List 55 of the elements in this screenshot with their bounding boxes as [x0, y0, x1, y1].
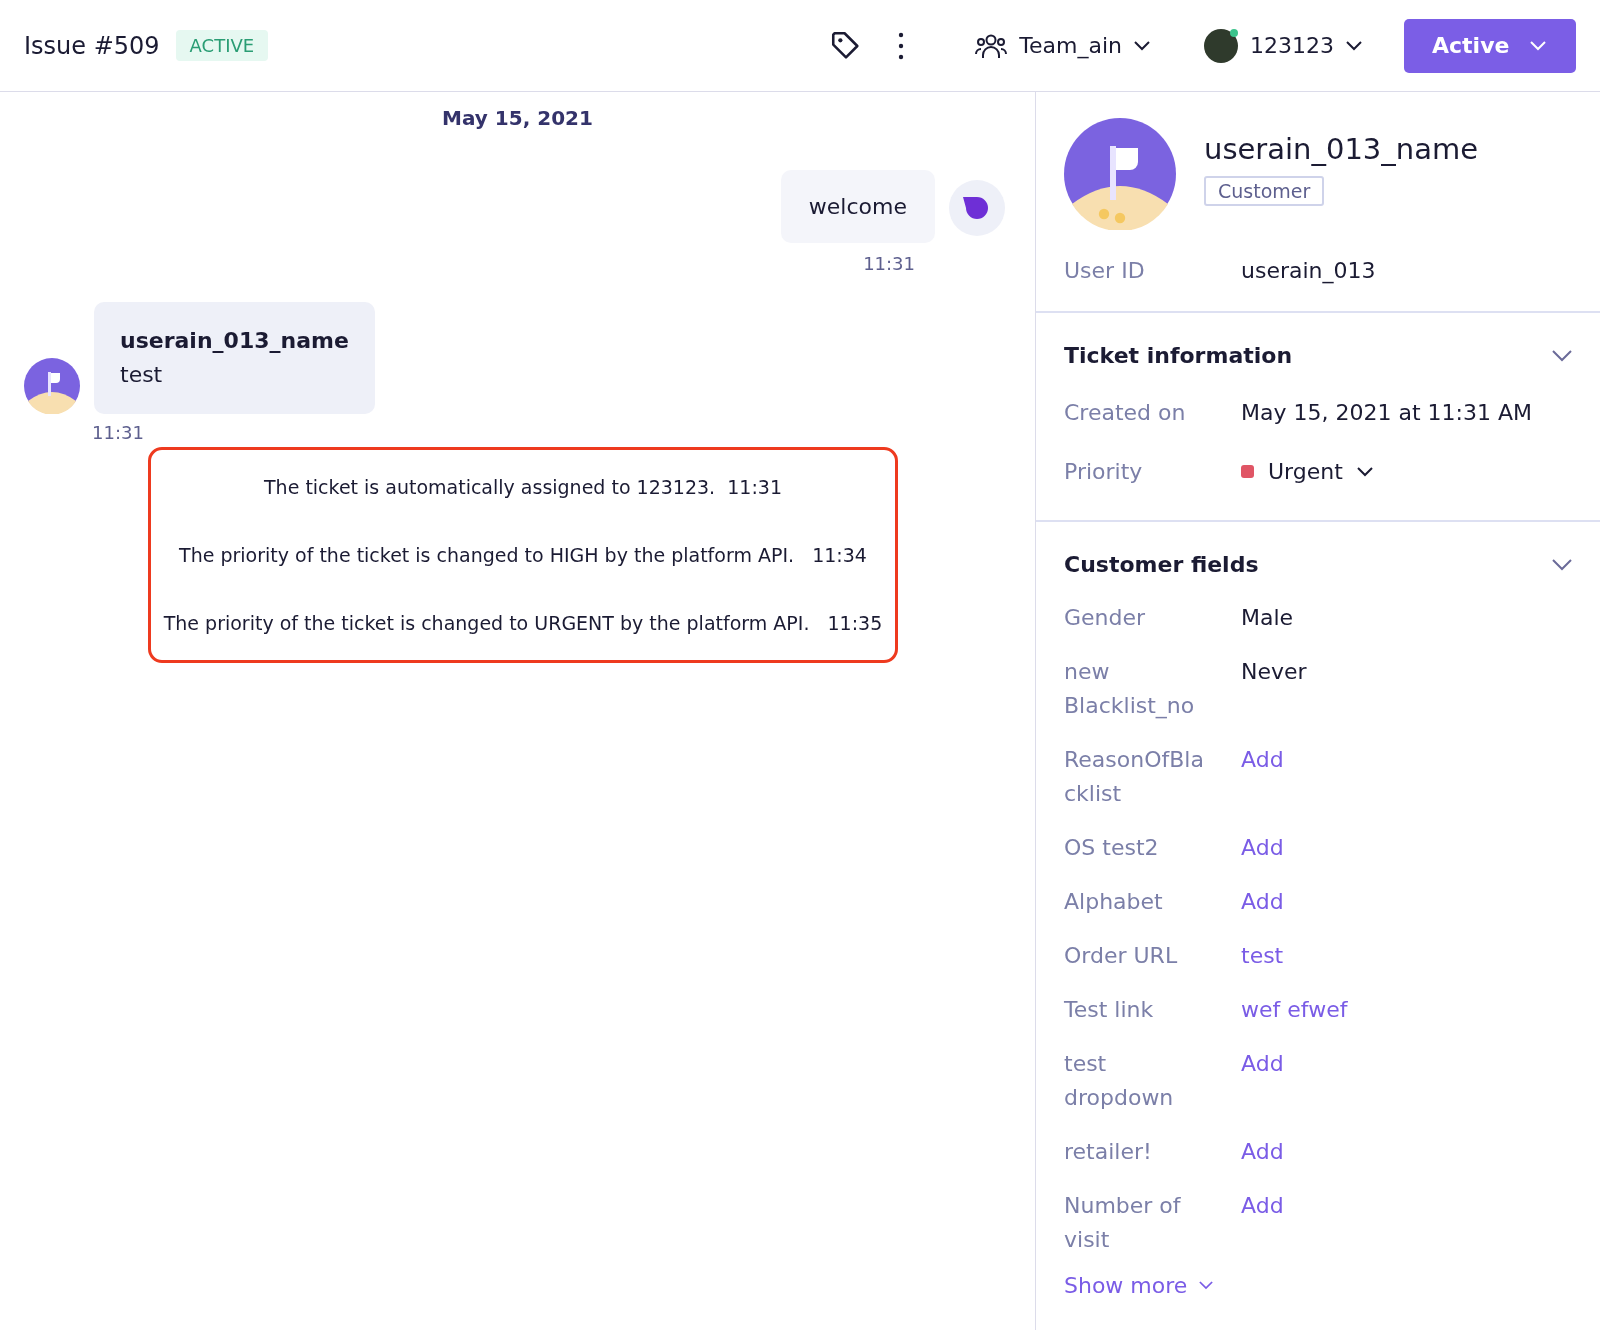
field-link[interactable]: Add: [1241, 1135, 1284, 1169]
field-label: User ID: [1064, 258, 1146, 283]
agent-dropdown[interactable]: 123123: [1198, 27, 1368, 64]
more-icon[interactable]: [897, 31, 906, 60]
field-label: Order URL: [1064, 942, 1179, 970]
event-message: The priority of the ticket is changed to URGENT by the platform API. 11:35: [163, 612, 883, 634]
field-value: userain_013: [1241, 258, 1376, 283]
field-label: Test link: [1064, 996, 1155, 1024]
date-divider: May 15, 2021: [442, 106, 593, 130]
event-message: The priority of the ticket is changed to HIGH by the platform API. 11:34: [179, 544, 867, 566]
field-link[interactable]: Add: [1241, 1189, 1284, 1257]
message-time: 11:31: [863, 253, 915, 274]
priority-dropdown[interactable]: Urgent: [1241, 459, 1373, 484]
section-title: Ticket information: [1064, 343, 1293, 368]
field-link[interactable]: Add: [1241, 831, 1284, 865]
user-avatar: [24, 358, 80, 414]
field-label: Alphabet: [1064, 888, 1164, 916]
chevron-icon[interactable]: [1552, 349, 1572, 362]
chevron-down-icon: [1530, 40, 1546, 51]
bot-avatar: [949, 180, 1005, 236]
field-label: OS test2: [1064, 834, 1160, 862]
role-tag: Customer: [1204, 176, 1325, 206]
chevron-icon[interactable]: [1552, 558, 1572, 571]
chevron-down-icon: [1134, 40, 1150, 51]
message-time: 11:31: [92, 422, 144, 443]
team-dropdown[interactable]: Team_ain: [969, 30, 1156, 61]
chevron-down-icon: [1199, 1281, 1214, 1290]
show-more-link[interactable]: Show more: [1064, 1273, 1214, 1298]
field-value: Never: [1241, 658, 1307, 686]
status-badge: ACTIVE: [175, 30, 269, 61]
field-label: ReasonOfBlacklist: [1064, 746, 1205, 808]
issue-title: Issue #509: [24, 31, 160, 60]
field-link[interactable]: wef efwef: [1241, 993, 1348, 1027]
field-label: Gender: [1064, 604, 1147, 632]
field-link[interactable]: Add: [1241, 1047, 1284, 1115]
field-label: test dropdown: [1064, 1050, 1175, 1112]
field-label: Number of visit: [1064, 1192, 1182, 1254]
agent-avatar: [1204, 28, 1238, 63]
field-label: Priority: [1064, 459, 1144, 484]
chevron-down-icon: [1356, 466, 1373, 477]
field-value: Male: [1241, 604, 1294, 632]
field-link[interactable]: Add: [1241, 743, 1284, 811]
field-value: May 15, 2021 at 11:31 AM: [1241, 400, 1532, 425]
chevron-down-icon: [1346, 40, 1362, 51]
message-bubble: welcome: [780, 170, 935, 243]
field-link[interactable]: Add: [1241, 885, 1284, 919]
customer-name: userain_013_name: [1204, 132, 1479, 166]
field-label: new Blacklist_no: [1064, 658, 1196, 721]
field-label: Created on: [1064, 400, 1187, 425]
field-label: retailer!: [1064, 1138, 1153, 1166]
event-message: The ticket is automatically assigned to 123123. 11:31: [264, 476, 782, 498]
section-title: Customer fields: [1064, 552, 1259, 577]
field-link[interactable]: test: [1241, 939, 1284, 973]
status-button[interactable]: Active: [1404, 18, 1576, 73]
message-bubble: userain_013_name test: [94, 302, 375, 414]
